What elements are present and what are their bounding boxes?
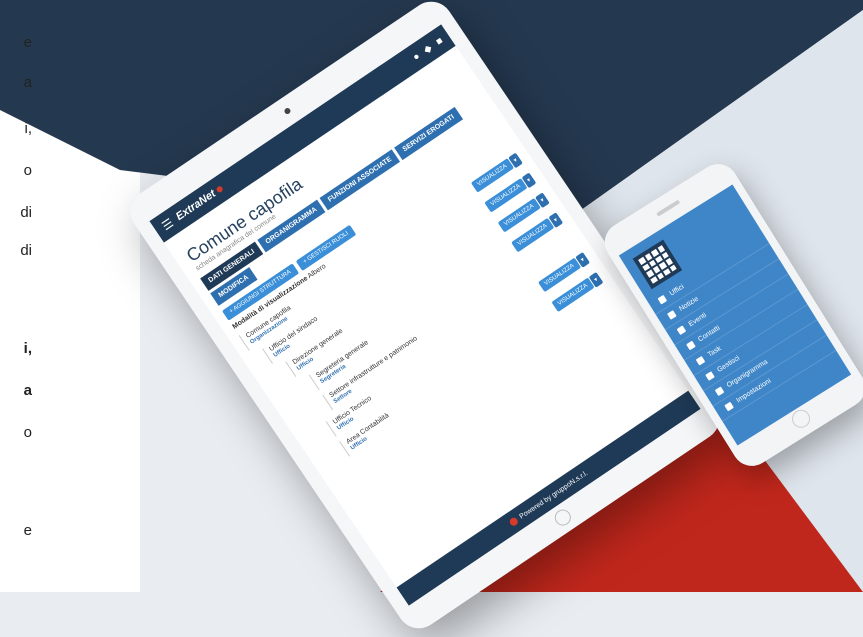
footer-text: Powered by gruppoN.s.r.l.: [518, 469, 589, 521]
camera-icon: [283, 106, 292, 116]
cropped-text-column: e a i, o di di i, a o e: [0, 34, 32, 554]
text-fragment: a: [23, 74, 32, 91]
org-chart-icon: [714, 386, 725, 397]
home-button: [551, 506, 574, 529]
hamburger-menu-icon[interactable]: ☰: [159, 216, 176, 234]
text-fragment: o: [23, 424, 32, 441]
text-fragment-bold: a: [23, 382, 32, 399]
text-fragment: o: [23, 162, 32, 179]
calendar-icon: [676, 325, 687, 336]
text-fragment: i,: [24, 120, 33, 137]
text-fragment: di: [20, 242, 32, 259]
contacts-icon: [686, 340, 696, 351]
task-icon: [695, 355, 706, 366]
footer-logo-icon: [507, 516, 520, 528]
bell-icon[interactable]: ◆: [422, 42, 435, 55]
news-icon: [667, 310, 677, 320]
text-fragment: e: [23, 34, 32, 51]
speaker-icon: [656, 199, 681, 217]
gear-icon: [724, 401, 734, 412]
text-fragment: e: [23, 522, 32, 539]
text-fragment-bold: i,: [23, 340, 32, 357]
brand-dot-icon: [215, 185, 224, 194]
user-icon[interactable]: ●: [411, 50, 422, 63]
manage-icon: [705, 371, 715, 381]
text-fragment: di: [20, 204, 32, 221]
building-icon: [657, 294, 668, 305]
settings-icon[interactable]: ■: [434, 35, 445, 48]
